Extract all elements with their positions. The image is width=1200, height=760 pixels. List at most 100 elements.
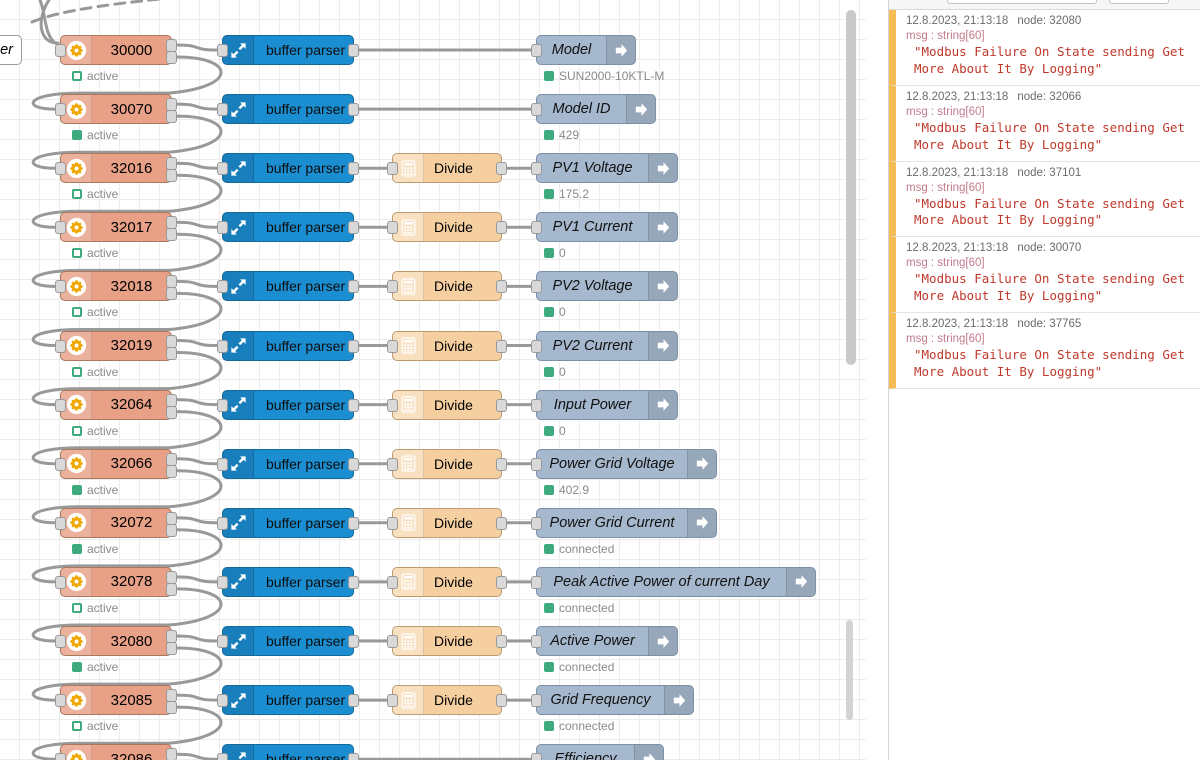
divide-node[interactable]: Divide [387, 389, 507, 420]
node-output-port[interactable] [166, 464, 177, 478]
node-input-port[interactable] [55, 44, 66, 57]
node-output-port[interactable] [166, 346, 177, 360]
link-out-node[interactable]: PV2 Current [531, 330, 678, 361]
node-output-port[interactable] [166, 570, 177, 584]
node-output-port[interactable] [496, 280, 507, 294]
node-output-port[interactable] [496, 162, 507, 176]
node-output-port[interactable] [166, 334, 177, 348]
divide-node[interactable]: Divide [387, 448, 507, 479]
node-input-port[interactable] [531, 280, 542, 294]
node-output-port[interactable] [166, 287, 177, 301]
modbus-read-node[interactable]: 32018 [55, 271, 177, 302]
node-output-port[interactable] [348, 694, 359, 708]
node-output-port[interactable] [496, 575, 507, 589]
node-input-port[interactable] [217, 44, 228, 57]
node-input-port[interactable] [531, 162, 542, 176]
buffer-parser-node[interactable]: buffer parser [217, 685, 359, 716]
link-out-node[interactable]: PV1 Current [531, 212, 678, 243]
node-output-port[interactable] [166, 582, 177, 596]
partial-left-node[interactable]: er [0, 35, 22, 65]
node-input-port[interactable] [217, 398, 228, 412]
divide-node[interactable]: Divide [387, 566, 507, 597]
debug-source-node[interactable]: node: 32066 [1017, 91, 1081, 103]
node-input-port[interactable] [531, 339, 542, 353]
link-out-node[interactable]: PV2 Voltage [531, 271, 678, 302]
node-input-port[interactable] [217, 694, 228, 708]
node-input-port[interactable] [217, 575, 228, 589]
buffer-parser-node[interactable]: buffer parser [217, 212, 359, 243]
node-output-port[interactable] [348, 44, 359, 57]
node-output-port[interactable] [348, 575, 359, 589]
debug-source-node[interactable]: node: 37765 [1017, 318, 1081, 330]
node-output-port[interactable] [166, 523, 177, 537]
node-input-port[interactable] [387, 575, 398, 589]
node-input-port[interactable] [217, 457, 228, 471]
node-output-port[interactable] [496, 221, 507, 235]
divide-node[interactable]: Divide [387, 507, 507, 538]
divide-node[interactable]: Divide [387, 330, 507, 361]
node-output-port[interactable] [496, 694, 507, 708]
link-out-node[interactable]: Power Grid Current [531, 507, 717, 538]
node-input-port[interactable] [387, 516, 398, 530]
buffer-parser-node[interactable]: buffer parser [217, 566, 359, 597]
link-out-node[interactable]: Model [531, 35, 636, 65]
node-input-port[interactable] [387, 162, 398, 176]
node-output-port[interactable] [348, 398, 359, 412]
debug-source-node[interactable]: node: 37101 [1017, 167, 1081, 179]
node-input-port[interactable] [387, 339, 398, 353]
buffer-parser-node[interactable]: buffer parser [217, 153, 359, 184]
node-output-port[interactable] [166, 452, 177, 466]
node-output-port[interactable] [348, 103, 359, 117]
debug-source-node[interactable]: node: 30070 [1017, 242, 1081, 254]
node-input-port[interactable] [531, 398, 542, 412]
buffer-parser-node[interactable]: buffer parser [217, 330, 359, 361]
node-input-port[interactable] [55, 457, 66, 471]
link-out-node[interactable]: Power Grid Voltage [531, 448, 717, 479]
node-output-port[interactable] [166, 393, 177, 407]
node-input-port[interactable] [217, 516, 228, 530]
debug-message[interactable]: 12.8.2023, 21:13:18 node: 37101 msg : stri… [889, 161, 1200, 238]
modbus-read-node[interactable]: 30070 [55, 94, 177, 125]
canvas-scrollbar[interactable] [846, 0, 856, 760]
debug-message[interactable]: 12.8.2023, 21:13:18 node: 32066 msg : stri… [889, 85, 1200, 162]
node-output-port[interactable] [496, 339, 507, 353]
divide-node[interactable]: Divide [387, 271, 507, 302]
modbus-read-node[interactable]: 32086 [55, 744, 177, 760]
node-output-port[interactable] [496, 516, 507, 530]
node-output-port[interactable] [348, 162, 359, 176]
node-output-port[interactable] [348, 516, 359, 530]
node-input-port[interactable] [55, 575, 66, 589]
node-output-port[interactable] [348, 280, 359, 294]
node-input-port[interactable] [531, 516, 542, 530]
node-input-port[interactable] [217, 753, 228, 760]
node-input-port[interactable] [55, 694, 66, 708]
link-out-node[interactable]: Model ID [531, 94, 656, 125]
node-input-port[interactable] [217, 221, 228, 235]
canvas-scrollbar-thumb[interactable] [846, 10, 856, 365]
node-output-port[interactable] [166, 701, 177, 715]
link-out-node[interactable]: Peak Active Power of current Day [531, 566, 816, 597]
node-input-port[interactable] [55, 635, 66, 648]
node-input-port[interactable] [217, 280, 228, 294]
node-input-port[interactable] [55, 221, 66, 235]
buffer-parser-node[interactable]: buffer parser [217, 389, 359, 420]
debug-message-list[interactable]: 12.8.2023, 21:13:18 node: 32080 msg : stri… [889, 10, 1200, 760]
node-output-port[interactable] [348, 339, 359, 353]
link-out-node[interactable]: Grid Frequency [531, 685, 694, 716]
divide-node[interactable]: Divide [387, 212, 507, 243]
modbus-read-node[interactable]: 32017 [55, 212, 177, 243]
link-out-node[interactable]: Efficiency [531, 744, 664, 760]
divide-node[interactable]: Divide [387, 626, 507, 656]
node-input-port[interactable] [55, 753, 66, 760]
node-output-port[interactable] [166, 228, 177, 242]
modbus-read-node[interactable]: 32085 [55, 685, 177, 716]
node-input-port[interactable] [531, 103, 542, 117]
node-output-port[interactable] [348, 457, 359, 471]
modbus-read-node[interactable]: 32066 [55, 448, 177, 479]
node-output-port[interactable] [166, 405, 177, 419]
canvas-scrollbar-thumb-lower[interactable] [846, 620, 853, 720]
node-input-port[interactable] [387, 398, 398, 412]
node-input-port[interactable] [531, 221, 542, 235]
node-output-port[interactable] [166, 642, 177, 655]
clear-log-button[interactable] [1109, 0, 1169, 4]
